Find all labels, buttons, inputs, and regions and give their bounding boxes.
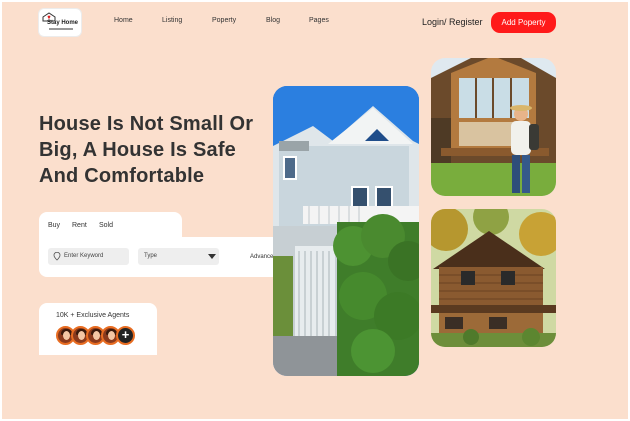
location-icon (53, 252, 61, 261)
more-agents-button[interactable]: + (116, 326, 135, 345)
type-select[interactable]: Type (138, 248, 219, 265)
tab-sold[interactable]: Sold (99, 222, 113, 229)
login-register-link[interactable]: Login/ Register (422, 17, 483, 27)
hero-title-line: Big, A House Is Safe (39, 139, 237, 161)
hero-title-line: House Is Not Small Or (39, 113, 254, 135)
type-select-value: Type (144, 253, 158, 259)
logo[interactable]: Stay Home (39, 9, 81, 36)
advance-search-link[interactable]: Advance (250, 254, 273, 260)
nav-blog[interactable]: Blog (266, 17, 280, 24)
glass-house-photo (431, 58, 556, 196)
nav-property[interactable]: Poperty (212, 17, 236, 24)
nav-pages[interactable]: Pages (309, 17, 329, 24)
agents-label: 10K + Exclusive Agents (56, 312, 130, 319)
nav-listing[interactable]: Listing (162, 17, 182, 24)
keyword-input[interactable]: Enter Keyword (48, 248, 129, 265)
tab-rent[interactable]: Rent (72, 222, 87, 229)
chevron-down-icon (208, 254, 216, 259)
log-cabin-photo (431, 209, 556, 347)
keyword-placeholder: Enter Keyword (64, 253, 104, 259)
logo-text: Stay Home (47, 20, 79, 26)
logo-tagline-bar (49, 28, 73, 30)
add-property-button[interactable]: Add Poperty (491, 12, 556, 33)
hero-title-line: And Comfortable (39, 165, 205, 187)
nav-home[interactable]: Home (114, 17, 133, 24)
hero-title: House Is Not Small Or Big, A House Is Sa… (39, 111, 274, 189)
tab-buy[interactable]: Buy (48, 222, 60, 229)
tall-house-photo (273, 86, 419, 376)
